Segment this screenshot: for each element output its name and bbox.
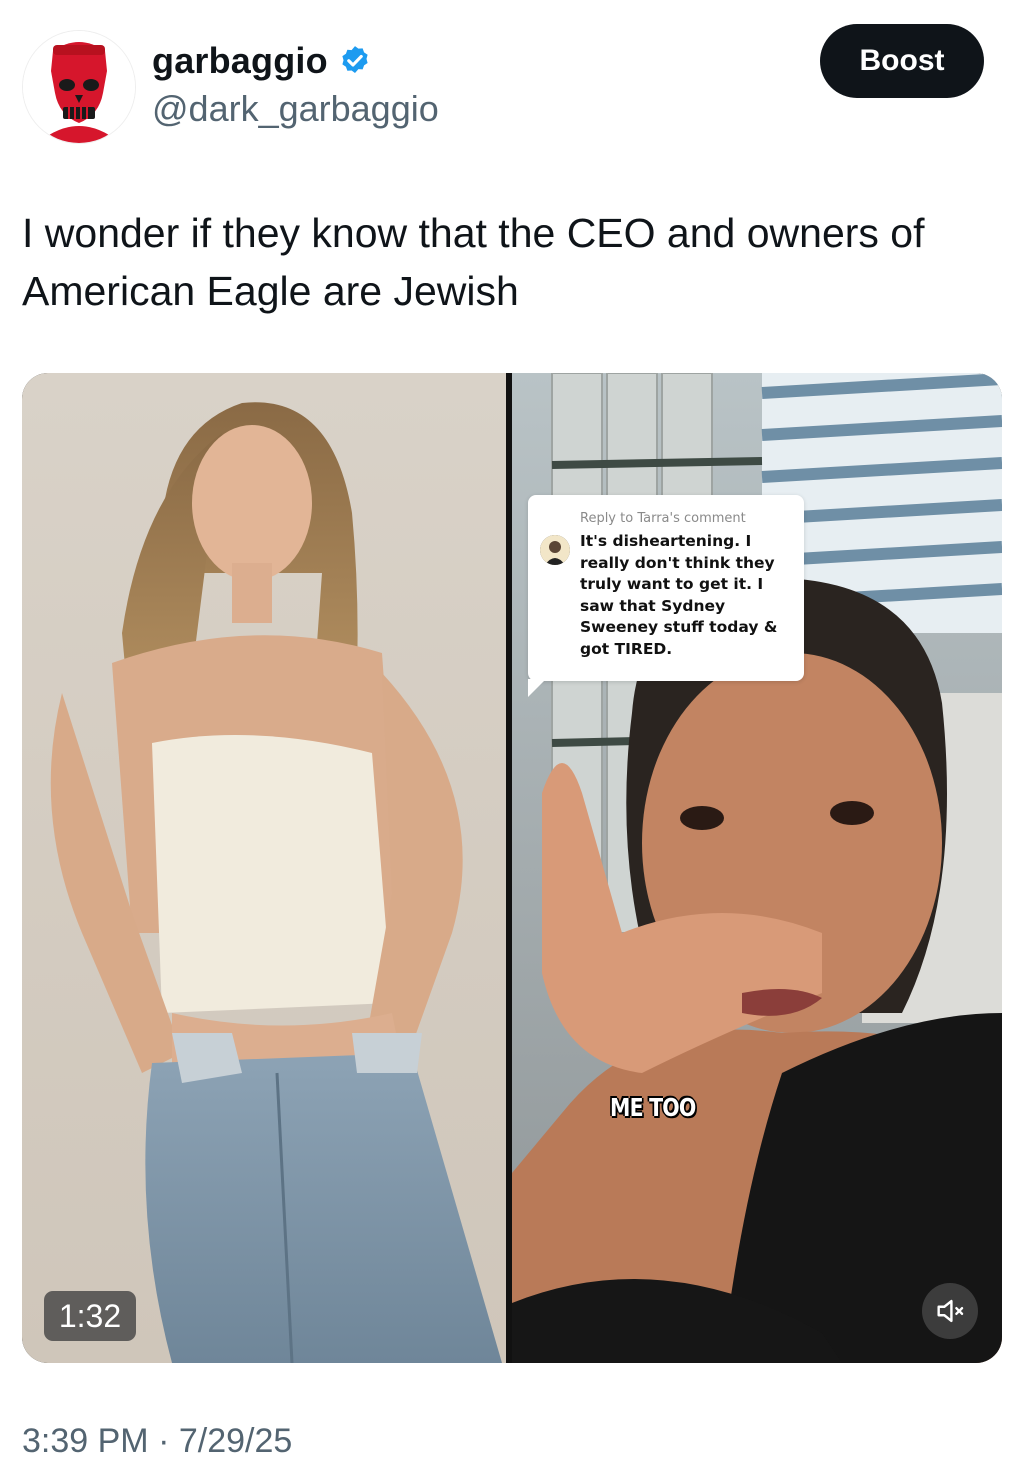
mute-button[interactable] [922,1283,978,1339]
post-text: I wonder if they know that the CEO and o… [22,210,925,314]
commenter-avatar-icon [540,535,570,565]
author-name-row[interactable]: garbaggio [152,40,372,82]
author-avatar[interactable] [22,30,136,144]
video-duration-badge: 1:32 [44,1291,136,1341]
author-handle[interactable]: @dark_garbaggio [152,88,439,130]
author-display-name[interactable]: garbaggio [152,40,328,82]
video-frame [22,373,1002,1363]
speaker-muted-icon [937,1299,964,1323]
reply-to-label: Reply to Tarra's comment [580,511,746,526]
reply-comment-bubble: Reply to Tarra's comment It's dishearten… [528,495,804,697]
commenter-avatar [540,535,570,565]
red-skull-avatar-icon [23,31,135,143]
post-timestamp[interactable]: 3:39 PM · 7/29/25 [22,1422,292,1461]
video-player[interactable]: Reply to Tarra's comment It's dishearten… [22,373,1002,1363]
boost-button[interactable]: Boost [820,24,984,98]
comment-text: It's disheartening. I really don't think… [580,532,778,658]
verified-badge-icon [342,46,368,74]
video-caption: ME TOO [610,1093,696,1122]
